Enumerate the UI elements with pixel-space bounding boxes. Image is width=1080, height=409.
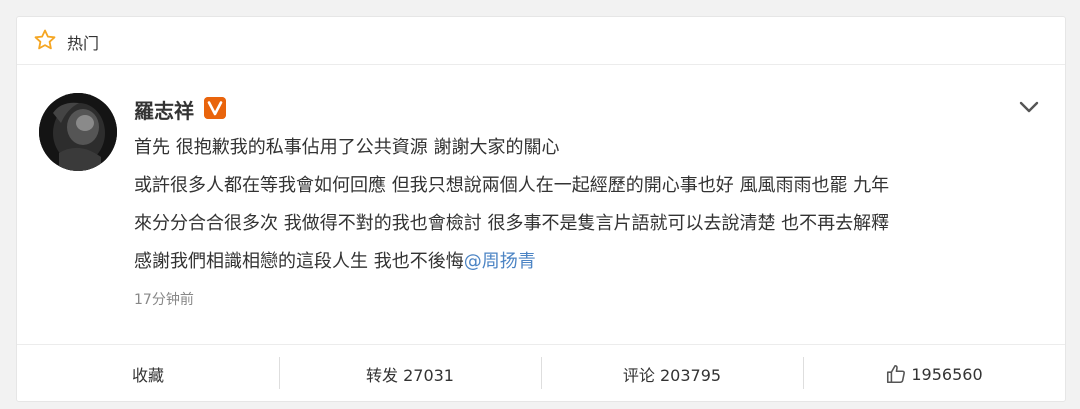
post-line: 或許很多人都在等我會如何回應 但我只想說兩個人在一起經歷的開心事也好 風風雨雨也…	[134, 175, 890, 196]
post-line-last: 感謝我們相識相戀的這段人生 我也不後悔@周扬青	[134, 243, 1034, 281]
post-line-text: 感謝我們相識相戀的這段人生 我也不後悔	[134, 251, 464, 272]
favorite-label: 收藏	[131, 366, 164, 385]
post-action-bar: 收藏 转发 27031 评论 203795 1956560	[17, 344, 1065, 403]
like-count: 1956560	[911, 364, 983, 384]
post-line: 來分分合合很多次 我做得不對的我也會檢討 很多事不是隻言片語就可以去說清楚 也不…	[134, 213, 890, 234]
repost-label: 转发 27031	[366, 366, 454, 385]
favorite-button[interactable]: 收藏	[17, 345, 279, 403]
verified-v-badge-icon	[204, 97, 226, 119]
mention-link[interactable]: @周扬青	[464, 251, 536, 272]
avatar-image	[39, 93, 117, 171]
post-line: 首先 很抱歉我的私事佔用了公共資源 謝謝大家的關心	[134, 137, 560, 158]
like-button[interactable]: 1956560	[803, 345, 1065, 403]
chevron-down-icon[interactable]	[1017, 97, 1041, 117]
weibo-post-card: 热门 羅志祥 首先 很抱歉我的私事佔用了公共資源 謝謝大家的關心 或許很多人都在…	[16, 16, 1066, 402]
post-timestamp[interactable]: 17分钟前	[134, 289, 194, 309]
repost-button[interactable]: 转发 27031	[279, 345, 541, 403]
hot-section-title: 热门	[67, 34, 100, 53]
comment-label: 评论 203795	[622, 366, 722, 385]
post-username[interactable]: 羅志祥	[134, 95, 194, 124]
comment-button[interactable]: 评论 203795	[541, 345, 803, 403]
hot-section-header: 热门	[17, 17, 1065, 65]
post-body: 首先 很抱歉我的私事佔用了公共資源 謝謝大家的關心 或許很多人都在等我會如何回應…	[134, 129, 1034, 281]
star-outline-icon	[34, 29, 56, 50]
avatar[interactable]	[39, 93, 117, 171]
thumbs-up-icon	[887, 364, 906, 384]
